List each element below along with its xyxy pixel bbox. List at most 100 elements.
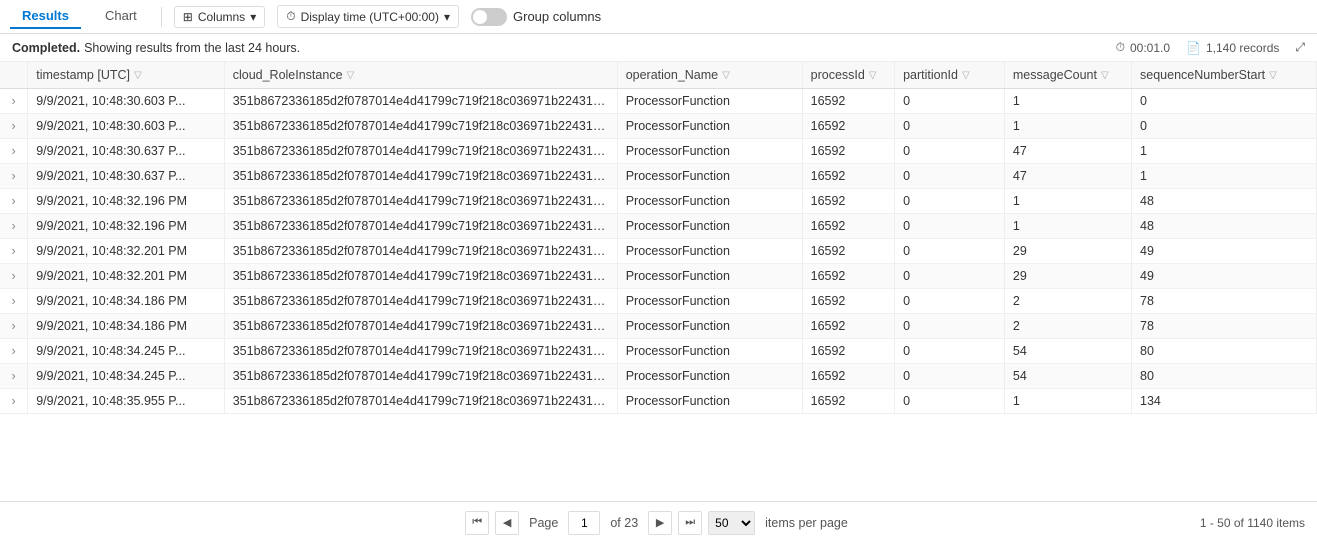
prev-page-button[interactable]: ◀	[495, 511, 519, 535]
seqnum-cell: 80	[1132, 364, 1317, 389]
operation-cell: ProcessorFunction	[617, 264, 802, 289]
timestamp-cell: 9/9/2021, 10:48:34.245 P...	[28, 339, 224, 364]
results-table: timestamp [UTC] ▽ cloud_RoleInstance ▽ o…	[0, 62, 1317, 414]
expand-cell[interactable]: ›	[0, 339, 28, 364]
partitionid-cell: 0	[895, 239, 1005, 264]
processid-cell: 16592	[802, 289, 894, 314]
cloud-filter-icon[interactable]: ▽	[347, 70, 355, 81]
col-operation-header[interactable]: operation_Name ▽	[617, 62, 802, 89]
expand-cell[interactable]: ›	[0, 289, 28, 314]
expand-cell[interactable]: ›	[0, 114, 28, 139]
expand-cell[interactable]: ›	[0, 89, 28, 114]
timestamp-filter-icon[interactable]: ▽	[134, 70, 142, 81]
partitionid-cell: 0	[895, 264, 1005, 289]
partitionid-cell: 0	[895, 114, 1005, 139]
table-row: › 9/9/2021, 10:48:30.637 P... 351b867233…	[0, 164, 1317, 189]
records-icon: 📄	[1186, 41, 1201, 55]
cloud-cell: 351b8672336185d2f0787014e4d41799c719f218…	[224, 114, 617, 139]
expand-cell[interactable]: ›	[0, 139, 28, 164]
expand-cell[interactable]: ›	[0, 239, 28, 264]
messagecount-cell: 47	[1004, 139, 1131, 164]
col-partitionid-header[interactable]: partitionId ▽	[895, 62, 1005, 89]
seqnum-cell: 78	[1132, 314, 1317, 339]
timestamp-cell: 9/9/2021, 10:48:30.603 P...	[28, 89, 224, 114]
messagecount-cell: 47	[1004, 164, 1131, 189]
col-seqnum-header[interactable]: sequenceNumberStart ▽	[1132, 62, 1317, 89]
operation-cell: ProcessorFunction	[617, 389, 802, 414]
columns-button[interactable]: ⊞ Columns ▾	[174, 6, 265, 28]
tab-results[interactable]: Results	[10, 4, 81, 29]
clock-icon: ⏱	[286, 9, 295, 24]
messagecount-cell: 1	[1004, 89, 1131, 114]
cloud-cell: 351b8672336185d2f0787014e4d41799c719f218…	[224, 214, 617, 239]
display-time-chevron-icon: ▾	[444, 10, 450, 24]
status-completed: Completed.	[12, 41, 80, 55]
col-cloud-header[interactable]: cloud_RoleInstance ▽	[224, 62, 617, 89]
status-right: ⏱ 00:01.0 📄 1,140 records ⤢	[1116, 40, 1305, 55]
processid-label: processId	[811, 68, 865, 82]
partitionid-filter-icon[interactable]: ▽	[962, 70, 970, 81]
seqnum-filter-icon[interactable]: ▽	[1269, 70, 1277, 81]
col-timestamp-header[interactable]: timestamp [UTC] ▽	[28, 62, 224, 89]
display-time-button[interactable]: ⏱ Display time (UTC+00:00) ▾	[277, 5, 459, 28]
timestamp-cell: 9/9/2021, 10:48:34.186 PM	[28, 314, 224, 339]
expand-cell[interactable]: ›	[0, 164, 28, 189]
table-row: › 9/9/2021, 10:48:30.603 P... 351b867233…	[0, 89, 1317, 114]
table-row: › 9/9/2021, 10:48:34.186 PM 351b86723361…	[0, 314, 1317, 339]
toggle-track	[471, 8, 507, 26]
operation-label: operation_Name	[626, 68, 718, 82]
timestamp-cell: 9/9/2021, 10:48:35.955 P...	[28, 389, 224, 414]
messagecount-filter-icon[interactable]: ▽	[1101, 70, 1109, 81]
seqnum-cell: 0	[1132, 114, 1317, 139]
messagecount-cell: 2	[1004, 289, 1131, 314]
processid-cell: 16592	[802, 189, 894, 214]
expand-cell[interactable]: ›	[0, 314, 28, 339]
partitionid-cell: 0	[895, 214, 1005, 239]
seqnum-cell: 1	[1132, 164, 1317, 189]
columns-label: Columns	[198, 10, 245, 24]
table-row: › 9/9/2021, 10:48:30.637 P... 351b867233…	[0, 139, 1317, 164]
partitionid-cell: 0	[895, 364, 1005, 389]
operation-cell: ProcessorFunction	[617, 139, 802, 164]
page-input[interactable]	[568, 511, 600, 535]
expand-cell[interactable]: ›	[0, 389, 28, 414]
seqnum-cell: 80	[1132, 339, 1317, 364]
table-row: › 9/9/2021, 10:48:32.196 PM 351b86723361…	[0, 189, 1317, 214]
operation-filter-icon[interactable]: ▽	[722, 70, 730, 81]
partitionid-cell: 0	[895, 314, 1005, 339]
processid-cell: 16592	[802, 214, 894, 239]
tab-chart[interactable]: Chart	[93, 4, 149, 29]
processid-cell: 16592	[802, 364, 894, 389]
expand-cell[interactable]: ›	[0, 364, 28, 389]
operation-cell: ProcessorFunction	[617, 89, 802, 114]
cloud-label: cloud_RoleInstance	[233, 68, 343, 82]
operation-cell: ProcessorFunction	[617, 239, 802, 264]
expand-cell[interactable]: ›	[0, 264, 28, 289]
first-page-button[interactable]: ⏮	[465, 511, 489, 535]
expand-cell[interactable]: ›	[0, 189, 28, 214]
status-left: Completed. Showing results from the last…	[12, 41, 300, 55]
next-page-button[interactable]: ▶	[648, 511, 672, 535]
expand-cell[interactable]: ›	[0, 214, 28, 239]
timestamp-cell: 9/9/2021, 10:48:34.186 PM	[28, 289, 224, 314]
col-processid-header[interactable]: processId ▽	[802, 62, 894, 89]
toolbar: Results Chart ⊞ Columns ▾ ⏱ Display time…	[0, 0, 1317, 34]
processid-filter-icon[interactable]: ▽	[869, 70, 877, 81]
items-per-page-select[interactable]: 50 100 200	[708, 511, 755, 535]
seqnum-cell: 49	[1132, 264, 1317, 289]
cloud-cell: 351b8672336185d2f0787014e4d41799c719f218…	[224, 239, 617, 264]
last-page-button[interactable]: ⏭	[678, 511, 702, 535]
timestamp-cell: 9/9/2021, 10:48:32.201 PM	[28, 264, 224, 289]
messagecount-label: messageCount	[1013, 68, 1097, 82]
status-expand-icon[interactable]: ⤢	[1295, 40, 1305, 55]
partitionid-cell: 0	[895, 89, 1005, 114]
cloud-cell: 351b8672336185d2f0787014e4d41799c719f218…	[224, 364, 617, 389]
messagecount-cell: 1	[1004, 189, 1131, 214]
col-expand-header	[0, 62, 28, 89]
toggle-group-columns[interactable]: Group columns	[471, 8, 601, 26]
seqnum-cell: 1	[1132, 139, 1317, 164]
operation-cell: ProcessorFunction	[617, 314, 802, 339]
seqnum-cell: 48	[1132, 214, 1317, 239]
col-messagecount-header[interactable]: messageCount ▽	[1004, 62, 1131, 89]
table-row: › 9/9/2021, 10:48:30.603 P... 351b867233…	[0, 114, 1317, 139]
